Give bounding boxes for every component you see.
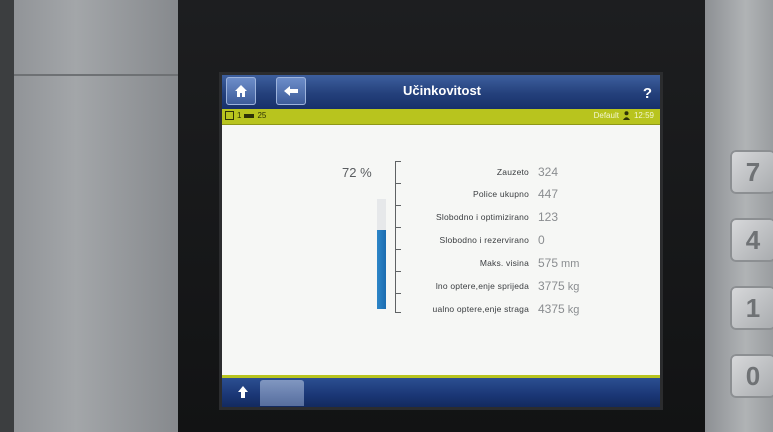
gauge-tick [395,271,401,272]
scroll-up-button[interactable] [228,381,258,403]
gauge-tick [395,293,401,294]
keypad-key-7[interactable]: 7 [730,150,773,194]
keypad-key-1[interactable]: 1 [730,286,773,330]
metric-label: Slobodno i rezervirano [439,235,529,245]
background-wall [0,0,190,432]
metric-row-free-optimized: Slobodno i optimizirano 123 [404,210,644,226]
tray-icon [244,113,255,118]
help-button[interactable]: ? [643,85,652,102]
wall-panel-line [14,74,190,76]
top-bar: Učinkovitost ? [222,75,660,109]
metric-value: 447 [538,187,559,201]
metric-row-rear-load: ualno optere,enje straga 4375 kg [404,302,644,318]
user-name: Default [593,111,619,120]
metric-row-occupied: Zauzeto 324 [404,165,644,181]
metric-row-total-shelves: Police ukupno 447 [404,187,644,203]
metric-row-free-reserved: Slobodno i rezervirano 0 [404,233,644,249]
slot-icon [225,111,234,120]
metric-value: 575 mm [538,256,580,270]
keypad-key-0[interactable]: 0 [730,354,773,398]
gauge-tick [395,161,401,162]
efficiency-gauge-fill [377,229,386,309]
bottom-bar [222,378,660,407]
arrow-left-icon [284,86,298,96]
gauge-tick [395,183,401,184]
slot-number: 1 [237,111,242,120]
metric-label: Maks. visina [479,258,529,268]
efficiency-percent: 72 % [342,165,372,180]
gauge-tick [395,205,401,206]
page-title: Učinkovitost [402,83,481,98]
clock-time: 12:59 [633,111,654,120]
wall-stripe [0,0,14,432]
metric-value: 123 [538,210,559,224]
gauge-tick [395,249,401,250]
metric-label: lno optere,enje sprijeda [435,281,529,291]
user-icon [622,111,630,120]
metric-value: 3775 kg [538,279,580,293]
metric-label: Slobodno i optimizirano [436,212,529,222]
gauge-tick [395,312,401,313]
keypad-key-4[interactable]: 4 [730,218,773,262]
efficiency-panel: 72 % Zauzeto 324 Police ukupno 447 Slobo… [222,125,660,375]
arrow-up-icon [238,386,248,398]
metric-value: 0 [538,233,545,247]
metric-label: Zauzeto [496,167,529,177]
tray-count: 25 [257,111,267,120]
metric-label: Police ukupno [473,189,529,199]
efficiency-gauge [377,199,386,309]
back-button[interactable] [276,77,306,105]
metric-value: 4375 kg [538,302,580,316]
metric-value: 324 [538,165,559,179]
metric-row-max-height: Maks. visina 575 mm [404,256,644,272]
touch-screen: Učinkovitost ? 1 25 Default 12:59 72 % Z… [222,75,660,407]
metric-label: ualno optere,enje straga [432,304,529,314]
home-button[interactable] [226,77,256,105]
metric-row-front-load: lno optere,enje sprijeda 3775 kg [404,279,644,295]
bottom-tab[interactable] [260,380,304,406]
status-bar: 1 25 Default 12:59 [222,109,660,125]
home-icon [235,85,247,97]
gauge-tick [395,227,401,228]
